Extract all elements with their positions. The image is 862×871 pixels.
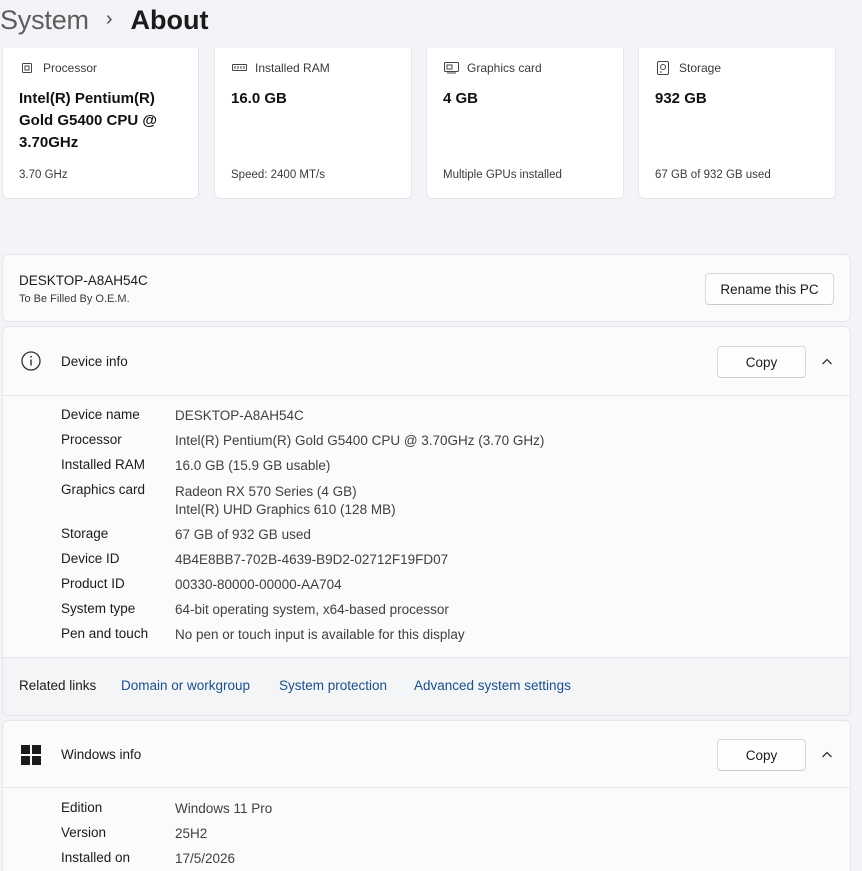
breadcrumb: System › About [0, 0, 208, 40]
windows-logo-icon [20, 744, 42, 766]
pc-name-panel: DESKTOP-A8AH54C To Be Filled By O.E.M. R… [2, 254, 851, 322]
storage-card-sub: 67 GB of 932 GB used [655, 169, 771, 181]
ram-card-label: Installed RAM [255, 61, 330, 75]
ram-card: Installed RAM 16.0 GB Speed: 2400 MT/s [214, 48, 412, 199]
ram-card-sub: Speed: 2400 MT/s [231, 169, 325, 181]
graphics-card-value: 4 GB [443, 90, 479, 107]
related-links-label: Related links [19, 678, 97, 693]
chevron-up-icon[interactable] [820, 748, 834, 762]
advanced-system-settings-link[interactable]: Advanced system settings [414, 678, 571, 693]
domain-or-workgroup-link[interactable]: Domain or workgroup [121, 678, 250, 693]
pc-description: To Be Filled By O.E.M. [19, 293, 130, 305]
rename-pc-button[interactable]: Rename this PC [705, 273, 834, 305]
about-page: System › About Processor Intel(R) Pentiu… [0, 0, 862, 871]
processor-card-sub: 3.70 GHz [19, 169, 68, 181]
ram-card-value: 16.0 GB [231, 90, 287, 107]
graphics-card-icon [443, 61, 459, 75]
related-links: Related links Domain or workgroup System… [3, 657, 850, 715]
chevron-up-icon[interactable] [820, 355, 834, 369]
storage-card-value: 932 GB [655, 90, 707, 107]
pc-name: DESKTOP-A8AH54C [19, 273, 148, 288]
breadcrumb-system[interactable]: System [0, 5, 89, 36]
processor-card-value: Intel(R) Pentium(R) Gold G5400 CPU @ 3.7… [19, 90, 157, 151]
graphics-card-sub: Multiple GPUs installed [443, 169, 562, 181]
storage-card-label: Storage [679, 61, 722, 75]
system-protection-link[interactable]: System protection [279, 678, 387, 693]
device-info-copy-button[interactable]: Copy [717, 346, 806, 378]
breadcrumb-separator: › [105, 7, 113, 30]
info-icon [20, 350, 42, 372]
windows-info-copy-button[interactable]: Copy [717, 739, 806, 771]
windows-info-panel: Windows info Copy Edition Windows 11 Pro… [2, 720, 851, 871]
device-info-panel: Device info Copy Device name DESKTOP-A8A… [2, 326, 851, 716]
page-title: About [130, 4, 209, 35]
storage-icon [655, 61, 671, 75]
device-info-title: Device info [61, 354, 128, 369]
graphics-card-label: Graphics card [467, 61, 542, 75]
storage-card: Storage 932 GB 67 GB of 932 GB used [638, 48, 836, 199]
ram-icon [231, 61, 247, 75]
graphics-card-card: Graphics card 4 GB Multiple GPUs install… [426, 48, 624, 199]
windows-info-title: Windows info [61, 747, 142, 762]
processor-icon [19, 61, 35, 75]
processor-card: Processor Intel(R) Pentium(R) Gold G5400… [2, 48, 199, 199]
processor-card-label: Processor [43, 61, 98, 75]
